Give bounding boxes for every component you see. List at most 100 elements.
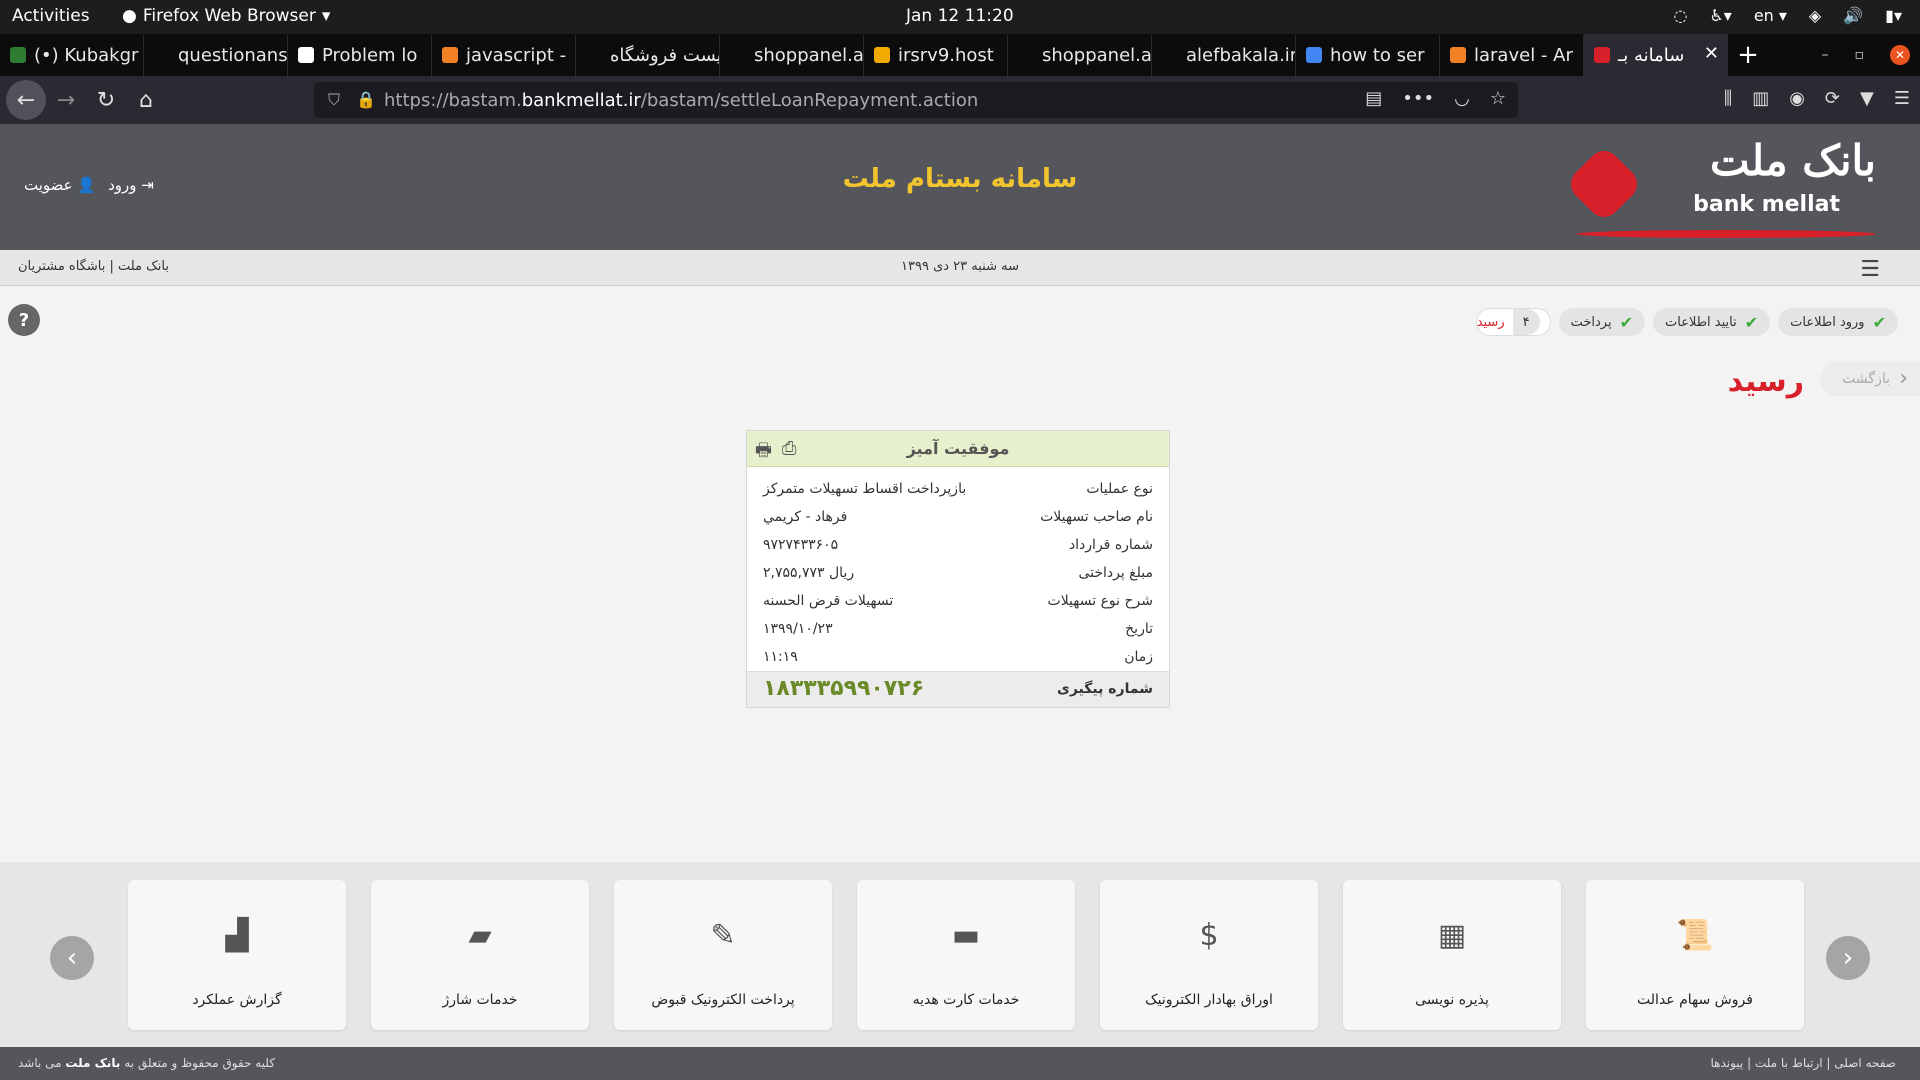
copyright: کلیه حقوق محفوظ و متعلق به بانک ملت می ب… xyxy=(18,1056,275,1070)
volume-icon[interactable]: 🔊 xyxy=(1843,6,1863,25)
service-card-1[interactable]: ▦ پذیره نویسی xyxy=(1343,880,1561,1030)
tracking-number: ۱۸۳۳۳۵۹۹۰۷۲۶ xyxy=(763,676,925,701)
bill-icon: ✎ xyxy=(710,918,736,953)
account-icon[interactable]: ◉ xyxy=(1789,88,1805,109)
receipt-key: زمان xyxy=(1124,649,1153,665)
tab-favicon-icon xyxy=(1306,47,1322,63)
service-card-3[interactable]: ▬ خدمات کارت هدیه xyxy=(857,880,1075,1030)
tab-4[interactable]: لیست فروشگاه xyxy=(576,34,720,76)
login-link[interactable]: ورود ⇥ xyxy=(108,176,154,194)
wizard-steps: ✔ ورود اطلاعات ✔ تایید اطلاعات ✔ پرداخت ۴ رسید xyxy=(1475,308,1898,336)
site-title: سامانه بستام ملت xyxy=(842,164,1078,194)
tab-2[interactable]: Problem lo xyxy=(288,34,432,76)
shield-icon[interactable]: ⛉ xyxy=(328,90,340,110)
extension-icon[interactable]: ▼ xyxy=(1860,88,1874,109)
library-icon[interactable]: ⫼ xyxy=(1724,88,1732,109)
chevron-right-icon: › xyxy=(1899,366,1908,391)
service-card-2[interactable]: $ اوراق بهادار الکترونیک xyxy=(1100,880,1318,1030)
footer-links[interactable]: صفحه اصلی | ارتباط با ملت | پیوندها xyxy=(1710,1056,1896,1070)
step-label: تایید اطلاعات xyxy=(1665,314,1737,330)
help-icon[interactable]: ? xyxy=(8,304,40,336)
tab-11[interactable]: سامانه بـ ✕ xyxy=(1584,34,1728,76)
receipt-row: شرح نوع تسهیلات تسهیلات قرض الحسنه xyxy=(747,587,1169,615)
bookmark-star-icon[interactable]: ☆ xyxy=(1490,88,1506,109)
receipt-row: شماره قرارداد ۹۷۲۷۴۳۳۶۰۵ xyxy=(747,531,1169,559)
new-tab-button[interactable]: + xyxy=(1728,34,1768,76)
tab-label: questionansw xyxy=(178,44,288,66)
tab-1[interactable]: questionansw xyxy=(144,34,288,76)
receipt-value: فرهاد - کريمي xyxy=(763,509,848,525)
back-arrow-icon[interactable]: ← xyxy=(6,80,46,120)
receipt-value: ۱۱:۱۹ xyxy=(763,649,798,665)
step-current: ۴ رسید xyxy=(1475,308,1551,336)
close-tab-icon[interactable]: ✕ xyxy=(1704,43,1719,64)
pdf-icon[interactable]: ⎙ xyxy=(782,438,796,468)
chart-icon: ▟ xyxy=(225,918,249,953)
url-bar[interactable]: ⛉ 🔒 https://bastam. bankmellat.ir/bastam/… xyxy=(314,82,1518,118)
status-label: موفقیت آمیز xyxy=(906,439,1010,458)
hamburger-menu-icon[interactable]: ☰ xyxy=(1894,88,1910,109)
tab-8[interactable]: alefbakala.ir/s xyxy=(1152,34,1296,76)
minimize-icon[interactable]: – xyxy=(1822,47,1829,63)
step-3: ✔ پرداخت xyxy=(1558,308,1645,336)
reader-view-icon[interactable]: ▤ xyxy=(1365,88,1382,109)
more-actions-icon[interactable]: ••• xyxy=(1402,88,1434,109)
check-icon: ✔ xyxy=(1619,312,1633,332)
forward-arrow-icon[interactable]: → xyxy=(46,80,86,120)
service-card-5[interactable]: ▰ خدمات شارژ xyxy=(371,880,589,1030)
battery-icon[interactable]: ▮▾ xyxy=(1885,6,1902,25)
tab-label: laravel - Ar xyxy=(1474,44,1573,66)
clock[interactable]: Jan 12 11:20 xyxy=(906,6,1014,26)
reload-icon[interactable]: ↻ xyxy=(86,80,126,120)
activities-button[interactable]: Activities xyxy=(12,6,90,26)
service-card-6[interactable]: ▟ گزارش عملکرد xyxy=(128,880,346,1030)
carousel-prev-button[interactable]: ‹ xyxy=(50,936,94,980)
service-label: خدمات کارت هدیه xyxy=(912,992,1020,1008)
tab-10[interactable]: laravel - Ar xyxy=(1440,34,1584,76)
service-card-0[interactable]: 📜 فروش سهام عدالت xyxy=(1586,880,1804,1030)
receipt-key: شماره قرارداد xyxy=(1068,537,1153,553)
receipt-value: ۹۷۲۷۴۳۳۶۰۵ xyxy=(763,537,839,553)
step-label: رسید xyxy=(1476,314,1505,330)
language-indicator[interactable]: en ▾ xyxy=(1754,6,1787,25)
close-window-icon[interactable]: ✕ xyxy=(1890,45,1910,65)
app-menu[interactable]: ● Firefox Web Browser ▾ xyxy=(122,6,330,26)
system-tray[interactable]: ◌ ♿▾ en ▾ ◈ 🔊 ▮▾ xyxy=(1673,6,1902,25)
print-icon[interactable]: 🖶 xyxy=(755,438,772,468)
service-card-4[interactable]: ✎ پرداخت الکترونیک قبوض xyxy=(614,880,832,1030)
tab-label: Problem lo xyxy=(322,44,418,66)
sync-icon[interactable]: ⟳ xyxy=(1825,88,1840,109)
service-label: پرداخت الکترونیک قبوض xyxy=(651,992,795,1008)
menu-icon[interactable]: ☰ xyxy=(1860,257,1880,282)
step-2: ✔ تایید اطلاعات xyxy=(1653,308,1771,336)
url-path: /bastam/settleLoanRepayment.action xyxy=(640,89,979,111)
tab-favicon-icon xyxy=(1018,47,1034,63)
whatsapp-icon[interactable]: ◌ xyxy=(1673,6,1687,25)
tab-9[interactable]: how to ser xyxy=(1296,34,1440,76)
tab-3[interactable]: javascript - xyxy=(432,34,576,76)
wifi-icon[interactable]: ◈ xyxy=(1809,6,1821,25)
tab-label: alefbakala.ir/s xyxy=(1186,44,1296,66)
lock-icon[interactable]: 🔒 xyxy=(356,90,376,109)
tab-0[interactable]: (•) Kubakgr xyxy=(0,34,144,76)
receipt-value: تسهیلات قرض الحسنه xyxy=(763,593,894,609)
tab-6[interactable]: irsrv9.host xyxy=(864,34,1008,76)
page-title: رسید xyxy=(1727,364,1804,399)
maximize-icon[interactable]: ▫ xyxy=(1855,47,1865,63)
back-button[interactable]: بازگشت › xyxy=(1820,362,1920,396)
logo-swoosh xyxy=(1576,230,1876,238)
home-icon[interactable]: ⌂ xyxy=(126,80,166,120)
system-top-bar: Activities ● Firefox Web Browser ▾ Jan 12 … xyxy=(0,0,1920,34)
tab-7[interactable]: shoppanel.ale xyxy=(1008,34,1152,76)
tab-5[interactable]: shoppanel.ale xyxy=(720,34,864,76)
pocket-icon[interactable]: ◡ xyxy=(1454,88,1470,109)
carousel-next-button[interactable]: › xyxy=(1826,936,1870,980)
tab-label: (•) Kubakgr xyxy=(34,44,139,66)
tab-favicon-icon xyxy=(1594,47,1610,63)
window-controls: – ▫ ✕ xyxy=(1822,34,1920,76)
sidebar-icon[interactable]: ▥ xyxy=(1752,88,1769,109)
receipt-row: تاریخ ۱۳۹۹/۱۰/۲۳ xyxy=(747,615,1169,643)
accessibility-icon[interactable]: ♿▾ xyxy=(1709,6,1731,25)
register-link[interactable]: عضویت 👤 xyxy=(24,176,96,194)
tab-label: shoppanel.ale xyxy=(1042,44,1152,66)
